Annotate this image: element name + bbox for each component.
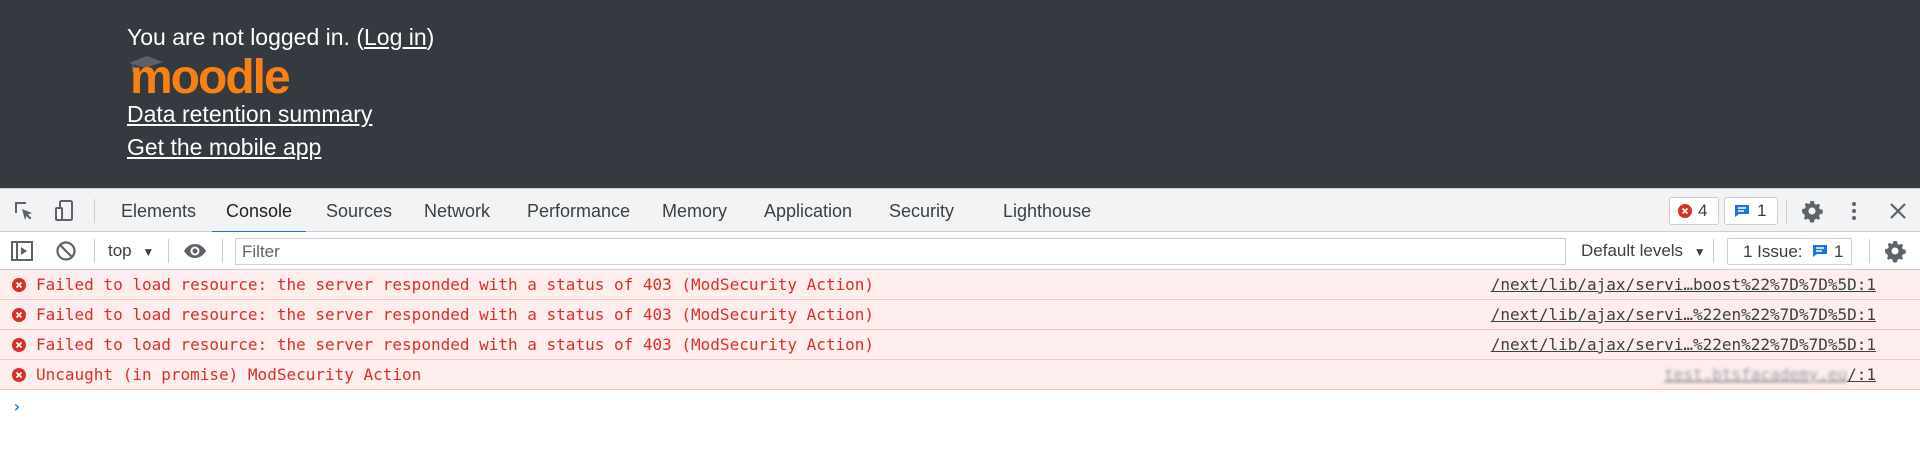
error-count: 4 (1698, 201, 1708, 220)
login-info: You are not logged in. (Log in) (127, 22, 434, 52)
chevron-down-icon: ▼ (1693, 245, 1706, 259)
tab-lighthouse[interactable]: Lighthouse (1003, 189, 1091, 232)
toolbar-divider (1869, 239, 1870, 263)
message-icon (1813, 245, 1827, 257)
data-retention-link[interactable]: Data retention summary (127, 99, 372, 129)
toolbar-divider (222, 239, 223, 263)
context-selector[interactable]: top ▼ (108, 232, 154, 271)
console-message-source-link[interactable]: /next/lib/ajax/servi…boost%22%7D%7D%5D:1 (1491, 270, 1876, 300)
console-message-row[interactable]: Failed to load resource: the server resp… (0, 300, 1920, 330)
toolbar-divider (168, 239, 169, 263)
console-prompt[interactable]: › (12, 397, 22, 417)
toolbar-divider (94, 199, 95, 223)
console-message-text: Failed to load resource: the server resp… (36, 305, 875, 324)
more-options-icon[interactable] (1842, 199, 1866, 223)
tab-network[interactable]: Network (424, 189, 490, 232)
chevron-down-icon: ▼ (142, 245, 155, 259)
mobile-app-link[interactable]: Get the mobile app (127, 132, 321, 162)
tab-elements[interactable]: Elements (121, 189, 196, 232)
console-settings-gear-icon[interactable] (1883, 239, 1907, 263)
show-sidebar-icon[interactable] (10, 239, 34, 263)
blurred-host: test.btsfacademy.eu (1664, 365, 1848, 384)
console-message-text: Failed to load resource: the server resp… (36, 275, 875, 294)
source-path: /:1 (1847, 365, 1876, 384)
page-footer: You are not logged in. (Log in) moodle D… (0, 0, 1920, 188)
console-message-row[interactable]: Failed to load resource: the server resp… (0, 330, 1920, 360)
message-count-badge[interactable]: 1 (1724, 197, 1778, 225)
console-message-source-link[interactable]: /next/lib/ajax/servi…%22en%22%7D%7D%5D:1 (1491, 330, 1876, 360)
error-icon (12, 368, 26, 382)
console-message-source-link[interactable]: test.btsfacademy.eu/:1 (1664, 360, 1876, 390)
console-message-row[interactable]: Failed to load resource: the server resp… (0, 270, 1920, 300)
toolbar-divider (94, 239, 95, 263)
error-icon (12, 308, 26, 322)
tab-sources[interactable]: Sources (326, 189, 392, 232)
devtools-tab-bar: Elements Console Sources Network Perform… (0, 188, 1920, 233)
tab-memory[interactable]: Memory (662, 189, 727, 232)
toolbar-divider (1786, 199, 1787, 223)
console-message-source-link[interactable]: /next/lib/ajax/servi…%22en%22%7D%7D%5D:1 (1491, 300, 1876, 330)
device-toolbar-icon[interactable] (53, 199, 77, 223)
login-info-prefix: You are not logged in. ( (127, 24, 364, 50)
issues-button[interactable]: 1 Issue: 1 (1727, 238, 1852, 265)
clear-console-icon[interactable] (54, 239, 78, 263)
settings-gear-icon[interactable] (1800, 199, 1824, 223)
login-info-suffix: ) (426, 24, 435, 50)
tab-security[interactable]: Security (889, 189, 954, 232)
error-icon (12, 278, 26, 292)
error-icon (12, 338, 26, 352)
message-count: 1 (1757, 201, 1767, 220)
inspect-element-icon[interactable] (12, 199, 36, 223)
console-message-row[interactable]: Uncaught (in promise) ModSecurity Action… (0, 360, 1920, 390)
devtools-panel: Elements Console Sources Network Perform… (0, 188, 1920, 450)
tab-application[interactable]: Application (764, 189, 852, 232)
tab-console[interactable]: Console (211, 189, 307, 233)
log-levels-dropdown[interactable]: Default levels ▼ (1581, 232, 1706, 271)
login-link[interactable]: Log in (364, 24, 427, 50)
moodle-logo[interactable]: moodle (127, 50, 302, 100)
console-toolbar: top ▼ Filter Default levels ▼ 1 Issue: 1 (0, 232, 1920, 270)
error-count-badge[interactable]: 4 (1669, 197, 1719, 225)
toolbar-divider (1713, 239, 1714, 263)
filter-input[interactable]: Filter (235, 238, 1566, 265)
tab-performance[interactable]: Performance (527, 189, 630, 232)
console-output: Failed to load resource: the server resp… (0, 270, 1920, 450)
close-icon[interactable] (1886, 199, 1910, 223)
issues-count: 1 (1834, 242, 1844, 261)
live-expression-eye-icon[interactable] (183, 239, 207, 263)
error-icon (1678, 204, 1692, 218)
console-message-text: Uncaught (in promise) ModSecurity Action (36, 365, 422, 384)
log-levels-label: Default levels (1581, 241, 1684, 260)
issues-label: 1 Issue: (1743, 242, 1803, 261)
logo-text: moodle (130, 51, 290, 100)
filter-placeholder: Filter (242, 242, 280, 261)
console-message-text: Failed to load resource: the server resp… (36, 335, 875, 354)
context-value: top (108, 241, 132, 260)
message-icon (1735, 205, 1749, 217)
